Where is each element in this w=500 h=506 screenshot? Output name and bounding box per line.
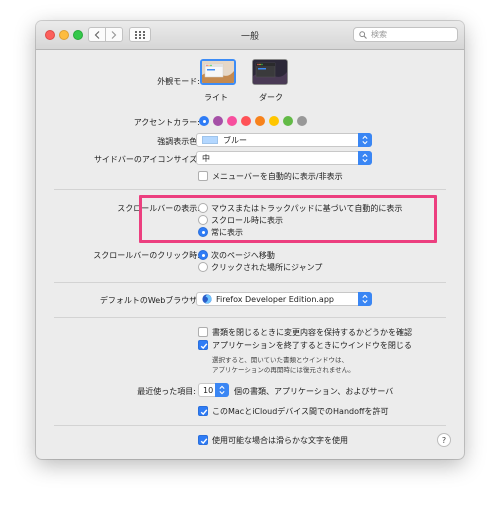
dark-appearance-preview-icon bbox=[253, 60, 287, 84]
sidebar-icon-size-label: サイドバーのアイコンサイズ: bbox=[93, 155, 200, 164]
separator bbox=[54, 282, 446, 283]
appearance-label: 外観モード: bbox=[157, 77, 200, 86]
checkmark-icon bbox=[200, 437, 207, 444]
sidebar-icon-size-stepper[interactable] bbox=[358, 151, 372, 165]
highlight-color-stepper[interactable] bbox=[358, 133, 372, 147]
scrollbars-highlight-frame bbox=[139, 195, 437, 243]
default-browser-stepper[interactable] bbox=[358, 292, 372, 306]
accent-swatch-blue[interactable] bbox=[199, 116, 209, 126]
chevron-updown-icon bbox=[362, 135, 368, 145]
checkmark-icon bbox=[200, 408, 207, 415]
ask-keep-changes-label[interactable]: 書類を閉じるときに変更内容を保持するかどうかを確認 bbox=[212, 327, 412, 338]
checkmark-icon bbox=[200, 342, 207, 349]
scrollbar-click-jump-label[interactable]: クリックされた場所にジャンプ bbox=[211, 262, 322, 273]
recent-items-value: 10 bbox=[203, 385, 214, 395]
chevron-updown-icon bbox=[362, 153, 368, 163]
highlight-color-select[interactable]: ブルー bbox=[196, 133, 372, 147]
sidebar-icon-size-select[interactable]: 中 bbox=[196, 151, 372, 165]
handoff-label[interactable]: このMacとiCloudデバイス間でのHandoffを許可 bbox=[212, 406, 389, 417]
accent-swatch-yellow[interactable] bbox=[269, 116, 279, 126]
menubar-autohide-checkbox[interactable] bbox=[198, 171, 208, 181]
close-windows-label[interactable]: アプリケーションを終了するときにウインドウを閉じる bbox=[212, 340, 412, 351]
search-field[interactable] bbox=[353, 27, 458, 42]
sidebar-icon-size-value: 中 bbox=[202, 153, 210, 163]
recent-items-suffix: 個の書類、アプリケーション、およびサーバ bbox=[234, 387, 394, 396]
separator bbox=[54, 189, 446, 190]
chevron-updown-icon bbox=[362, 294, 368, 304]
font-smoothing-checkbox[interactable] bbox=[198, 435, 208, 445]
firefox-icon bbox=[202, 294, 212, 304]
close-windows-note-line2: アプリケーションの再開時には復元されません。 bbox=[212, 366, 355, 374]
close-windows-checkbox[interactable] bbox=[198, 340, 208, 350]
accent-swatch-red[interactable] bbox=[241, 116, 251, 126]
ask-keep-changes-checkbox[interactable] bbox=[198, 327, 208, 337]
help-button[interactable]: ? bbox=[437, 433, 451, 447]
accent-color-label: アクセントカラー: bbox=[133, 118, 200, 127]
scrollbar-click-next-page-radio[interactable] bbox=[198, 250, 208, 260]
accent-swatch-graphite[interactable] bbox=[297, 116, 307, 126]
highlight-color-swatch bbox=[202, 136, 218, 144]
close-windows-note-line1: 選択すると、開いていた書類とウインドウは、 bbox=[212, 356, 349, 364]
light-appearance-preview-icon bbox=[202, 61, 234, 83]
recent-items-label: 最近使った項目: bbox=[137, 387, 196, 396]
titlebar: 一般 bbox=[36, 21, 464, 50]
highlight-color-label: 強調表示色: bbox=[157, 137, 200, 146]
accent-swatch-pink[interactable] bbox=[227, 116, 237, 126]
default-browser-value: Firefox Developer Edition.app bbox=[216, 294, 334, 304]
appearance-dark-label[interactable]: ダーク bbox=[259, 92, 283, 103]
appearance-dark-thumbnail[interactable] bbox=[252, 59, 288, 85]
system-preferences-window: 一般 外観モード: ライト ダーク bbox=[36, 21, 464, 459]
recent-items-select[interactable]: 10 bbox=[198, 383, 229, 397]
handoff-checkbox[interactable] bbox=[198, 406, 208, 416]
menubar-autohide-label[interactable]: メニューバーを自動的に表示/非表示 bbox=[212, 171, 343, 182]
accent-swatch-purple[interactable] bbox=[213, 116, 223, 126]
scrollbar-click-jump-radio[interactable] bbox=[198, 262, 208, 272]
search-input[interactable] bbox=[371, 30, 451, 39]
font-smoothing-label[interactable]: 使用可能な場合は滑らかな文字を使用 bbox=[212, 435, 348, 446]
highlight-color-value: ブルー bbox=[223, 135, 247, 145]
default-browser-select[interactable]: Firefox Developer Edition.app bbox=[196, 292, 372, 306]
default-browser-label: デフォルトのWebブラウザ: bbox=[99, 296, 200, 305]
appearance-light-label[interactable]: ライト bbox=[204, 92, 228, 103]
scrollbar-click-next-page-label[interactable]: 次のページへ移動 bbox=[211, 250, 275, 261]
search-icon bbox=[359, 30, 367, 39]
chevron-updown-icon bbox=[219, 385, 225, 395]
accent-swatch-orange[interactable] bbox=[255, 116, 265, 126]
recent-items-stepper[interactable] bbox=[215, 383, 229, 397]
appearance-light-thumbnail[interactable] bbox=[200, 59, 236, 85]
separator bbox=[54, 317, 446, 318]
separator bbox=[54, 425, 446, 426]
scrollbar-click-label: スクロールバーのクリック時: bbox=[93, 251, 200, 260]
accent-swatch-green[interactable] bbox=[283, 116, 293, 126]
